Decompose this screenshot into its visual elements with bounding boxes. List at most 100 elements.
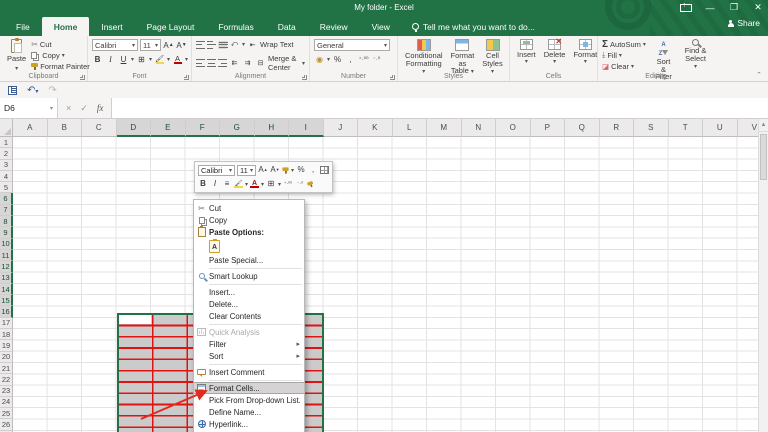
row-header-18[interactable]: 18 xyxy=(0,329,13,341)
paste-option-keep-text[interactable]: A xyxy=(194,238,304,254)
menu-item-paste-special[interactable]: Paste Special... xyxy=(194,254,304,266)
increase-indent-icon[interactable]: ⇉ xyxy=(242,58,253,69)
mini-font-name[interactable]: Calibri ▾ xyxy=(198,164,235,176)
conditional-formatting-button[interactable]: Conditional Formatting ▾ xyxy=(402,39,446,75)
menu-item-filter[interactable]: Filter ▸ xyxy=(194,338,304,350)
restore-button[interactable]: ❐ xyxy=(728,2,740,13)
vertical-scrollbar[interactable]: ▲ xyxy=(758,119,768,432)
menu-item-copy[interactable]: Copy xyxy=(194,214,304,226)
undo-button[interactable]: ↶▾ xyxy=(27,85,38,96)
row-header-20[interactable]: 20 xyxy=(0,351,13,363)
mini-borders-button[interactable]: ⊞ xyxy=(266,179,276,189)
bold-button[interactable]: B xyxy=(92,54,103,65)
merge-center-button[interactable]: Merge & Center xyxy=(268,54,300,72)
grow-font-button[interactable]: A ▲ xyxy=(163,40,174,51)
column-header-t[interactable]: T xyxy=(668,119,703,137)
tab-page-layout[interactable]: Page Layout xyxy=(135,17,207,36)
menu-item-hyperlink[interactable]: Hyperlink... xyxy=(194,418,304,430)
mini-italic-button[interactable]: I xyxy=(210,179,220,189)
comma-style-button[interactable]: , xyxy=(345,54,356,65)
row-header-24[interactable]: 24 xyxy=(0,396,13,409)
column-header-b[interactable]: B xyxy=(47,119,82,137)
row-header-26[interactable]: 26 xyxy=(0,419,13,431)
enter-icon[interactable]: ✓ xyxy=(80,103,88,114)
mini-decrease-decimal-button[interactable]: ⁻·⁰ xyxy=(295,179,305,189)
column-header-d[interactable]: D xyxy=(116,119,151,137)
row-header-12[interactable]: 12 xyxy=(0,261,13,273)
row-header-6[interactable]: 6 xyxy=(0,193,13,205)
align-top-icon[interactable] xyxy=(196,40,205,49)
row-header-5[interactable]: 5 xyxy=(0,182,13,194)
cut-button[interactable]: ✂ Cut xyxy=(31,40,90,50)
tell-me-box[interactable]: Tell me what you want to do... xyxy=(402,17,545,36)
menu-item-cut[interactable]: Cut xyxy=(194,202,304,214)
active-cell-d6[interactable] xyxy=(118,314,152,325)
column-header-q[interactable]: Q xyxy=(565,119,600,137)
mini-format-painter-icon[interactable] xyxy=(282,166,289,174)
tab-file[interactable]: File xyxy=(4,17,42,36)
column-header-c[interactable]: C xyxy=(82,119,117,137)
menu-item-format-cells[interactable]: Format Cells... xyxy=(194,382,304,394)
autosum-button[interactable]: Σ AutoSum ▾ xyxy=(602,39,646,50)
mini-grow-font-button[interactable]: A▲ xyxy=(258,165,268,175)
menu-item-delete[interactable]: Delete... xyxy=(194,298,304,310)
increase-decimal-button[interactable]: ⁺·⁰⁰ xyxy=(358,54,369,65)
mini-percent-button[interactable]: % xyxy=(296,165,306,175)
column-header-f[interactable]: F xyxy=(185,119,220,137)
wrap-text-button[interactable]: Wrap Text xyxy=(260,40,294,49)
number-dialog-launcher[interactable] xyxy=(390,75,395,80)
clear-button[interactable]: ◪ Clear ▾ xyxy=(602,61,646,71)
row-header-23[interactable]: 23 xyxy=(0,385,13,397)
row-header-10[interactable]: 10 xyxy=(0,238,13,250)
column-header-v[interactable]: V xyxy=(737,119,758,137)
number-format-select[interactable]: General ▾ xyxy=(314,39,390,51)
formula-input[interactable] xyxy=(112,98,768,118)
row-header-17[interactable]: 17 xyxy=(0,317,13,330)
borders-button[interactable]: ⊞ xyxy=(136,54,147,65)
mini-increase-decimal-button[interactable]: ⁺·⁰⁰ xyxy=(283,179,293,189)
column-header-r[interactable]: R xyxy=(599,119,634,137)
format-painter-button[interactable]: Format Painter xyxy=(31,62,90,72)
insert-cells-button[interactable]: Insert ▾ xyxy=(514,39,539,65)
shrink-font-button[interactable]: A ▼ xyxy=(176,40,187,51)
mini-comma-button[interactable]: , xyxy=(308,165,318,175)
column-header-l[interactable]: L xyxy=(392,119,427,137)
column-header-h[interactable]: H xyxy=(254,119,289,137)
scroll-up-arrow[interactable]: ▲ xyxy=(759,119,768,132)
menu-item-pick-from-drop-down-list[interactable]: Pick From Drop-down List... xyxy=(194,394,304,406)
menu-item-clear-contents[interactable]: Clear Contents xyxy=(194,310,304,322)
underline-button[interactable]: U xyxy=(118,54,129,65)
menu-item-smart-lookup[interactable]: Smart Lookup xyxy=(194,270,304,282)
delete-cells-button[interactable]: Delete▾ xyxy=(541,37,569,65)
format-cells-ribbon-button[interactable]: Format ▾ xyxy=(570,39,600,65)
column-header-p[interactable]: P xyxy=(530,119,565,137)
row-header-7[interactable]: 7 xyxy=(0,204,13,217)
row-header-19[interactable]: 19 xyxy=(0,340,13,352)
menu-item-insert[interactable]: Insert... xyxy=(194,286,304,298)
paste-button[interactable]: Paste ▾ xyxy=(4,38,29,72)
tab-insert[interactable]: Insert xyxy=(89,17,134,36)
name-box-dropdown-icon[interactable]: ▾ xyxy=(50,105,53,112)
row-header-16[interactable]: 16 xyxy=(0,306,13,318)
column-header-a[interactable]: A xyxy=(13,119,48,137)
tab-formulas[interactable]: Formulas xyxy=(206,17,265,36)
find-select-button[interactable]: Find & Select ▾ xyxy=(681,39,710,70)
decrease-indent-icon[interactable]: ⇇ xyxy=(229,58,240,69)
row-header-13[interactable]: 13 xyxy=(0,272,13,284)
column-header-j[interactable]: J xyxy=(323,119,358,137)
tab-view[interactable]: View xyxy=(360,17,402,36)
decrease-decimal-button[interactable]: ⁻·⁰ xyxy=(371,54,382,65)
align-middle-icon[interactable] xyxy=(207,40,216,49)
menu-item-paste-options[interactable]: Paste Options: xyxy=(194,226,304,238)
font-name-select[interactable]: Calibri ▾ xyxy=(92,39,138,51)
tab-home[interactable]: Home xyxy=(41,17,90,36)
align-center-icon[interactable] xyxy=(207,59,216,67)
align-bottom-icon[interactable] xyxy=(218,40,228,49)
row-header-2[interactable]: 2 xyxy=(0,148,13,160)
row-header-21[interactable]: 21 xyxy=(0,362,13,375)
mini-font-size[interactable]: 11 ▾ xyxy=(236,164,256,176)
cell-styles-button[interactable]: Cell Styles ▾ xyxy=(479,39,505,75)
accounting-format-button[interactable]: ◉ xyxy=(314,54,325,65)
menu-item-insert-comment[interactable]: Insert Comment xyxy=(194,366,304,378)
format-as-table-button[interactable]: Format as Table ▾ xyxy=(448,39,478,75)
